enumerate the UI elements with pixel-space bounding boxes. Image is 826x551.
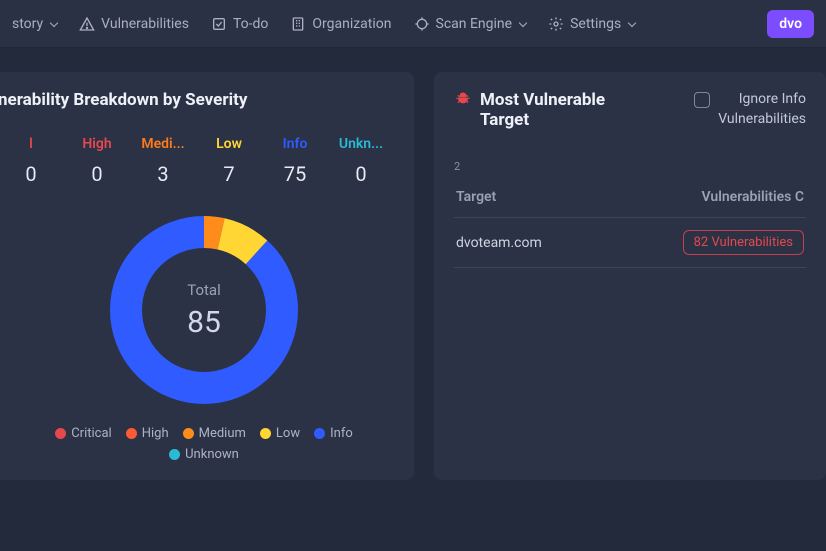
legend-low[interactable]: Low <box>260 426 300 441</box>
severity-count: 75 <box>284 162 306 186</box>
severity-low[interactable]: Low 7 <box>196 136 262 186</box>
card-title-text: Most Vulnerable Target <box>480 90 644 130</box>
brand-button[interactable]: dvo <box>767 10 814 38</box>
col-target[interactable]: Target <box>456 189 496 205</box>
legend-label: Critical <box>71 426 111 441</box>
vuln-count-badge[interactable]: 82 Vulnerabilities <box>683 230 804 255</box>
warning-icon <box>79 16 95 32</box>
legend-label: High <box>142 426 169 441</box>
nav-label: Vulnerabilities <box>101 16 189 32</box>
severity-high[interactable]: High 0 <box>64 136 130 186</box>
legend-critical[interactable]: Critical <box>55 426 111 441</box>
col-vulns[interactable]: Vulnerabilities C <box>701 189 804 205</box>
bug-icon <box>454 90 472 112</box>
nav-label: Settings <box>570 16 621 32</box>
legend-label: Medium <box>199 426 246 441</box>
donut-container: Total 85 <box>94 200 314 420</box>
nav-vulnerabilities[interactable]: Vulnerabilities <box>79 16 189 32</box>
ignore-label: Ignore Info Vulnerabilities <box>718 90 806 129</box>
severity-label: Medi... <box>141 136 184 152</box>
table-index: 2 <box>454 160 806 173</box>
nav-label: Organization <box>312 16 391 32</box>
checklist-icon <box>211 16 227 32</box>
target-icon <box>414 16 430 32</box>
nav-label: Scan Engine <box>436 16 513 32</box>
gear-icon <box>548 16 564 32</box>
donut-legend: Critical High Medium Low Info Unknown <box>14 426 394 462</box>
severity-counts-row: l 0 High 0 Medi... 3 Low 7 Info 75 Unkn.… <box>0 136 394 186</box>
page-body: nerability Breakdown by Severity l 0 Hig… <box>0 48 826 490</box>
nav-settings[interactable]: Settings <box>548 16 635 32</box>
donut-center: Total 85 <box>94 200 314 420</box>
severity-count: 0 <box>91 162 102 186</box>
chevron-down-icon <box>50 18 58 26</box>
card-title: nerability Breakdown by Severity <box>0 90 394 110</box>
severity-breakdown-card: nerability Breakdown by Severity l 0 Hig… <box>0 72 414 480</box>
severity-label: l <box>29 136 33 152</box>
total-label: Total <box>187 281 221 299</box>
severity-unknown[interactable]: Unkn... 0 <box>328 136 394 186</box>
legend-high[interactable]: High <box>126 426 169 441</box>
checkbox-icon[interactable] <box>694 92 710 108</box>
nav-label: story <box>12 16 43 32</box>
severity-medium[interactable]: Medi... 3 <box>130 136 196 186</box>
severity-info[interactable]: Info 75 <box>262 136 328 186</box>
severity-count: 3 <box>157 162 168 186</box>
most-vulnerable-target-card: Most Vulnerable Target Ignore Info Vulne… <box>434 72 826 480</box>
top-nav: story Vulnerabilities To-do Organization… <box>0 0 826 48</box>
nav-history[interactable]: story <box>12 16 57 32</box>
chevron-down-icon <box>628 18 636 26</box>
total-value: 85 <box>187 305 221 340</box>
swatch-icon <box>260 428 271 439</box>
legend-info[interactable]: Info <box>314 426 353 441</box>
severity-count: 7 <box>223 162 234 186</box>
severity-label: Unkn... <box>339 136 383 152</box>
legend-label: Low <box>276 426 300 441</box>
legend-label: Info <box>330 426 353 441</box>
table-row[interactable]: dvoteam.com 82 Vulnerabilities <box>454 218 806 268</box>
organization-icon <box>290 16 306 32</box>
swatch-icon <box>126 428 137 439</box>
swatch-icon <box>55 428 66 439</box>
ignore-info-toggle[interactable]: Ignore Info Vulnerabilities <box>694 90 806 129</box>
severity-label: High <box>82 136 111 152</box>
legend-unknown[interactable]: Unknown <box>169 447 239 462</box>
nav-scan-engine[interactable]: Scan Engine <box>414 16 527 32</box>
card-header: Most Vulnerable Target Ignore Info Vulne… <box>454 90 806 130</box>
legend-label: Unknown <box>185 447 239 462</box>
legend-medium[interactable]: Medium <box>183 426 246 441</box>
swatch-icon <box>314 428 325 439</box>
severity-label: Low <box>216 136 242 152</box>
nav-todo[interactable]: To-do <box>211 16 268 32</box>
target-cell: dvoteam.com <box>456 235 542 251</box>
nav-label: To-do <box>233 16 268 32</box>
severity-critical[interactable]: l 0 <box>0 136 64 186</box>
vulnerable-targets-table: 2 Target Vulnerabilities C dvoteam.com 8… <box>454 160 806 268</box>
chevron-down-icon <box>519 18 527 26</box>
card-title: Most Vulnerable Target <box>454 90 644 130</box>
table-header: Target Vulnerabilities C <box>454 177 806 218</box>
severity-count: 0 <box>25 162 36 186</box>
swatch-icon <box>169 449 180 460</box>
swatch-icon <box>183 428 194 439</box>
ignore-line2: Vulnerabilities <box>718 111 806 127</box>
ignore-line1: Ignore Info <box>739 91 806 107</box>
severity-count: 0 <box>355 162 366 186</box>
nav-organization[interactable]: Organization <box>290 16 391 32</box>
severity-label: Info <box>283 136 308 152</box>
